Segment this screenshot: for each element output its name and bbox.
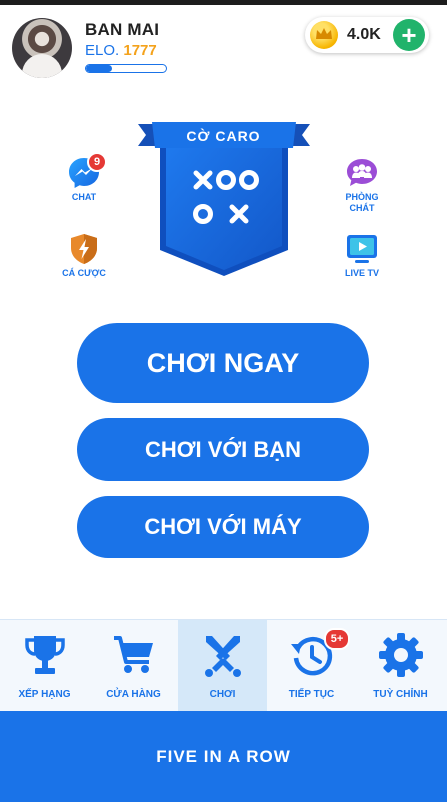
tab-play-label: CHƠI	[209, 689, 236, 700]
messenger-icon: 9	[67, 152, 107, 190]
chat-label: CHAT	[71, 192, 97, 202]
tab-shop[interactable]: CỬA HÀNG	[89, 620, 178, 712]
live-tv-button[interactable]: LIVE TV	[327, 232, 397, 279]
footer-banner: FIVE IN A ROW	[0, 711, 447, 802]
trophy-icon	[25, 636, 65, 674]
tab-leaderboard[interactable]: XẾP HẠNG	[0, 620, 89, 712]
play-with-friend-button[interactable]: CHƠI VỚI BẠN	[77, 418, 369, 481]
footer-title: FIVE IN A ROW	[156, 747, 291, 766]
bet-label: CÁ CƯỢC	[62, 268, 106, 278]
tab-continue-label: TIẾP TỤC	[288, 689, 335, 700]
bottom-nav: XẾP HẠNG CỬA HÀNG CHƠI 5+ TIẾP TỤC TUỲ C…	[0, 619, 447, 712]
chat-room-button[interactable]: PHÒNG CHÁT	[327, 156, 397, 214]
tab-settings-label: TUỲ CHỈNH	[373, 689, 428, 700]
bet-button[interactable]: CÁ CƯỢC	[49, 232, 119, 279]
coin-balance: 4.0K +	[305, 17, 429, 53]
coin-icon	[310, 21, 338, 49]
tv-icon	[345, 232, 379, 266]
chat-room-label-line1: PHÒNG	[345, 192, 379, 202]
play-with-bot-button[interactable]: CHƠI VỚI MÁY	[77, 496, 369, 558]
tab-continue[interactable]: 5+ TIẾP TỤC	[267, 620, 356, 712]
shield-bolt-icon	[67, 232, 101, 266]
chat-room-label: PHÒNG CHÁT	[327, 192, 397, 214]
elo-value: 1777	[123, 42, 157, 59]
continue-badge: 5+	[324, 628, 350, 650]
avatar[interactable]	[12, 18, 72, 78]
play-now-button[interactable]: CHƠI NGAY	[77, 323, 369, 403]
elo-label: ELO.	[85, 42, 120, 59]
add-coins-button[interactable]: +	[393, 19, 425, 51]
swords-icon	[205, 636, 241, 677]
xp-progress-bar	[85, 64, 167, 73]
group-chat-icon	[345, 156, 379, 190]
chat-button[interactable]: 9 CHAT	[49, 152, 119, 203]
status-strip	[0, 0, 447, 5]
banner-title: CỜ CARO	[186, 128, 261, 144]
chat-room-label-line2: CHÁT	[349, 203, 375, 213]
tab-leaderboard-label: XẾP HẠNG	[18, 689, 71, 700]
live-tv-label: LIVE TV	[344, 268, 379, 278]
xp-progress-fill	[86, 65, 113, 72]
chat-badge: 9	[87, 152, 107, 172]
tab-shop-label: CỬA HÀNG	[106, 689, 161, 700]
elo-rating: ELO. 1777	[85, 42, 157, 59]
tab-play[interactable]: CHƠI	[178, 620, 267, 712]
coin-value: 4.0K	[347, 26, 381, 43]
tab-settings[interactable]: TUỲ CHỈNH	[356, 620, 445, 712]
cart-icon	[114, 636, 153, 673]
gear-icon	[379, 633, 423, 677]
player-name: BAN MAI	[85, 20, 160, 39]
